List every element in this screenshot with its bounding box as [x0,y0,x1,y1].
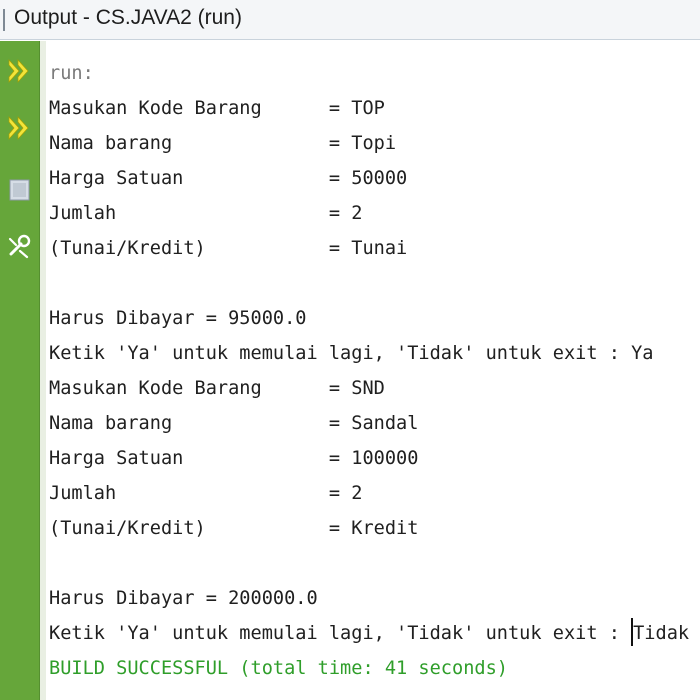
console-line: Masukan Kode Barang = SND [49,378,385,399]
stop-button[interactable] [6,175,33,205]
console-line: Jumlah = 2 [49,203,363,224]
console-input-line[interactable]: Ketik 'Ya' untuk memulai lagi, 'Tidak' u… [49,616,697,651]
console-line: Harga Satuan = 50000 [49,168,408,189]
console-line: Nama barang = Sandal [49,413,419,434]
rerun-with-options-button[interactable] [6,113,33,143]
output-toolbar [0,41,40,700]
console-line: Ketik 'Ya' untuk memulai lagi, 'Tidak' u… [49,343,654,364]
console-line: Jumlah = 2 [49,483,363,504]
console-line: Harus Dibayar = 200000.0 [49,588,318,609]
console-line: Nama barang = Topi [49,133,397,154]
double-chevron-right-icon [8,59,29,83]
output-window: Output - CS.JAVA2 (run) run: Masukan Kod… [0,0,700,700]
settings-button[interactable] [6,231,33,261]
rerun-button[interactable] [6,56,33,86]
output-tab-title[interactable]: Output - CS.JAVA2 (run) [14,6,242,30]
console-gutter [40,41,46,700]
console-user-input[interactable]: Tidak [633,623,689,644]
double-chevron-right-icon [8,116,29,140]
wrench-icon [8,234,31,259]
console-line: Harus Dibayar = 95000.0 [49,308,307,329]
title-grip [3,9,5,31]
console-line: (Tunai/Kredit) = Kredit [49,518,419,539]
stop-square-icon [9,179,30,201]
output-titlebar[interactable]: Output - CS.JAVA2 (run) [0,0,700,40]
output-console[interactable]: run: Masukan Kode Barang = TOP Nama bara… [49,56,697,686]
console-run-line: run: [49,63,94,84]
build-status-line: BUILD SUCCESSFUL (total time: 41 seconds… [49,658,508,679]
console-line: Harga Satuan = 100000 [49,448,419,469]
console-line: (Tunai/Kredit) = Tunai [49,238,408,259]
console-prompt: Ketik 'Ya' untuk memulai lagi, 'Tidak' u… [49,623,632,644]
console-line: Masukan Kode Barang = TOP [49,98,385,119]
